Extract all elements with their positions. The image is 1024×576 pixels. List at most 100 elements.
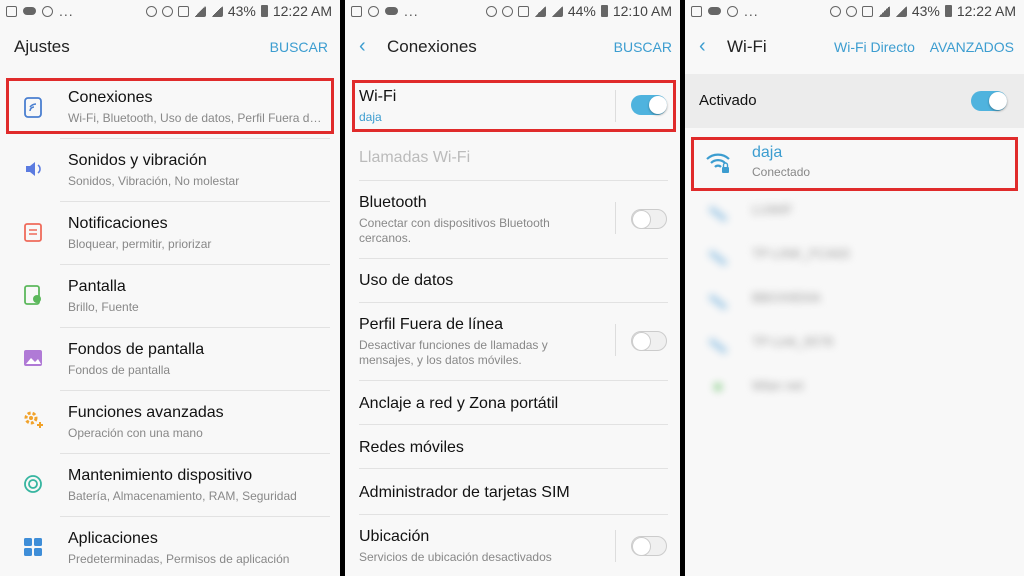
bluetooth-toggle[interactable] — [631, 209, 667, 229]
instagram-icon — [42, 5, 53, 17]
wifi-master-toggle[interactable] — [971, 91, 1007, 111]
wifi-network-item[interactable]: TP-LINK_FCA63 — [685, 234, 1024, 276]
divider — [359, 514, 668, 515]
battery-percent: 43% — [911, 3, 940, 19]
search-button[interactable]: BUSCAR — [270, 39, 328, 55]
status-bar: ... 43% 12:22 AM — [0, 0, 340, 22]
wifi-signal-icon — [708, 250, 728, 266]
network-ssid: TP-Link_6578 — [752, 334, 833, 349]
location-toggle[interactable] — [631, 536, 667, 556]
cloud-icon — [708, 7, 721, 15]
back-arrow-icon[interactable]: ‹ — [699, 35, 706, 58]
item-title: Perfil Fuera de línea — [359, 316, 504, 333]
wifi-status-icon — [845, 5, 857, 17]
more-notifications-icon: ... — [59, 3, 74, 19]
signal-2-icon — [210, 5, 223, 17]
item-title: Aplicaciones — [68, 530, 158, 547]
divider — [60, 327, 330, 328]
item-subtitle: Brillo, Fuente — [68, 300, 139, 314]
app-bar: ‹ Wi-Fi Wi-Fi Directo AVANZADOS — [685, 28, 1024, 68]
item-subtitle: Desactivar funciones de llamadas y mensa… — [359, 338, 548, 367]
gallery-notification-icon — [351, 5, 362, 17]
connections-item-data-usage[interactable]: Uso de datos — [345, 260, 680, 302]
connections-item-mobile-networks[interactable]: Redes móviles — [345, 426, 680, 468]
settings-item-display[interactable]: Pantalla Brillo, Fuente — [0, 266, 340, 328]
item-title: Pantalla — [68, 278, 126, 295]
search-button[interactable]: BUSCAR — [614, 39, 672, 55]
connections-item-bluetooth[interactable]: Bluetooth Conectar con dispositivos Blue… — [345, 182, 680, 258]
settings-item-notifications[interactable]: Notificaciones Bloquear, permitir, prior… — [0, 203, 340, 265]
item-title: Redes móviles — [359, 439, 464, 456]
divider — [359, 380, 668, 381]
clock: 12:10 AM — [612, 3, 672, 19]
signal-2-icon — [894, 5, 907, 17]
item-title: Llamadas Wi-Fi — [359, 149, 471, 166]
gallery-notification-icon — [691, 5, 702, 17]
connections-item-location[interactable]: Ubicación Servicios de ubicación desacti… — [345, 516, 680, 576]
maintenance-icon — [24, 475, 42, 493]
connections-item-tethering[interactable]: Anclaje a red y Zona portátil — [345, 382, 680, 424]
wifi-network-item[interactable]: LUWIF — [685, 190, 1024, 232]
notification-icon — [24, 223, 42, 242]
wifi-network-item[interactable]: TP-Link_6578 — [685, 322, 1024, 364]
divider — [60, 516, 330, 517]
wifi-master-switch[interactable]: Activado — [685, 74, 1024, 128]
item-title: Administrador de tarjetas SIM — [359, 484, 570, 501]
divider — [359, 180, 668, 181]
settings-item-apps[interactable]: Aplicaciones Predeterminadas, Permisos d… — [0, 518, 340, 576]
item-title: Uso de datos — [359, 272, 454, 289]
item-subtitle: Batería, Almacenamiento, RAM, Seguridad — [68, 489, 297, 503]
wifi-signal-icon — [708, 206, 728, 222]
wifi-network-item[interactable]: BBOX9D0A — [685, 278, 1024, 320]
settings-item-advanced[interactable]: Funciones avanzadas Operación con una ma… — [0, 392, 340, 454]
back-arrow-icon[interactable]: ‹ — [359, 35, 366, 58]
item-subtitle: Conectar con dispositivos Bluetooth cerc… — [359, 216, 550, 245]
alarm-icon — [829, 5, 841, 17]
battery-percent: 44% — [567, 3, 596, 19]
settings-item-sounds[interactable]: Sonidos y vibración Sonidos, Vibración, … — [0, 140, 340, 202]
divider — [60, 201, 330, 202]
highlight-box — [6, 78, 334, 134]
wifi-status-icon — [501, 5, 513, 17]
connections-item-airplane[interactable]: Perfil Fuera de línea Desactivar funcion… — [345, 304, 680, 380]
apps-grid-icon — [24, 538, 42, 556]
airplane-toggle[interactable] — [631, 331, 667, 351]
connections-panel: ... 44% 12:10 AM ‹ Conexiones BUSCAR Wi-… — [345, 0, 680, 576]
app-bar: ‹ Conexiones BUSCAR — [345, 28, 680, 68]
signal-icon — [193, 5, 206, 17]
battery-percent: 43% — [227, 3, 256, 19]
connections-item-wifi-calling[interactable]: Llamadas Wi-Fi — [345, 138, 680, 180]
connections-item-sim-manager[interactable]: Administrador de tarjetas SIM — [345, 470, 680, 512]
gear-plus-icon — [24, 411, 43, 428]
separator — [615, 324, 616, 356]
wifi-network-item[interactable]: Wlan net — [685, 366, 1024, 408]
settings-item-maintenance[interactable]: Mantenimiento dispositivo Batería, Almac… — [0, 455, 340, 517]
network-ssid: BBOX9D0A — [752, 290, 821, 305]
wifi-direct-button[interactable]: Wi-Fi Directo — [834, 39, 915, 55]
item-subtitle: Bloquear, permitir, priorizar — [68, 237, 212, 251]
speaker-icon — [26, 162, 41, 176]
sim-icon — [177, 5, 189, 17]
wifi-signal-icon — [708, 338, 728, 354]
item-subtitle: Servicios de ubicación desactivados — [359, 550, 552, 564]
settings-item-wallpaper[interactable]: Fondos de pantalla Fondos de pantalla — [0, 329, 340, 391]
status-bar: ... 44% 12:10 AM — [345, 0, 680, 22]
sim-icon — [861, 5, 873, 17]
whatsapp-icon — [368, 5, 379, 17]
app-bar: Ajustes BUSCAR — [0, 28, 340, 68]
settings-panel: ... 43% 12:22 AM Ajustes BUSCAR Conexion… — [0, 0, 340, 576]
divider — [60, 264, 330, 265]
clock: 12:22 AM — [956, 3, 1016, 19]
divider — [60, 453, 330, 454]
battery-icon — [944, 5, 952, 17]
item-title: Ubicación — [359, 528, 430, 545]
battery-icon — [600, 5, 608, 17]
network-ssid: Wlan net — [752, 378, 804, 393]
wifi-master-label: Activado — [699, 92, 757, 109]
highlight-box — [691, 137, 1018, 191]
more-notifications-icon: ... — [404, 3, 419, 19]
divider — [60, 138, 330, 139]
item-title: Sonidos y vibración — [68, 152, 207, 169]
advanced-button[interactable]: AVANZADOS — [930, 39, 1014, 55]
item-title: Notificaciones — [68, 215, 168, 232]
